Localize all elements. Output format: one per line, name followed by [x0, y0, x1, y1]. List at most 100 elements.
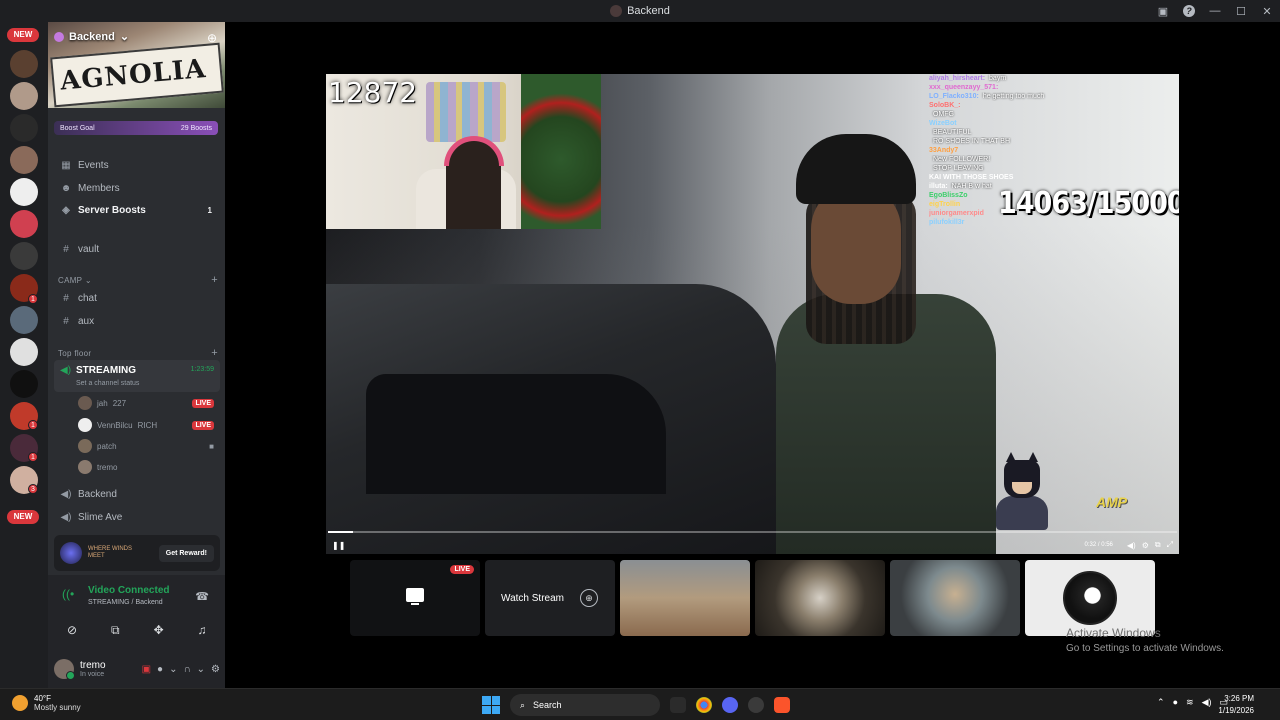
weather-widget[interactable]: 40°F Mostly sunny — [12, 694, 81, 712]
voice-connected-subtitle[interactable]: STREAMING / Backend — [88, 599, 163, 606]
category-camp[interactable]: CAMP ⌄ + — [58, 274, 218, 286]
category-top-floor[interactable]: Top floor + — [58, 347, 218, 359]
discord-icon[interactable] — [722, 697, 738, 713]
live-badge: LIVE — [192, 398, 214, 408]
add-channel-icon[interactable]: + — [211, 347, 218, 359]
volume-icon[interactable]: ◀) — [1127, 541, 1136, 550]
pause-icon[interactable]: ❚❚ — [332, 541, 345, 550]
chat-line: WizeBot — [929, 119, 1179, 128]
disconnect-icon[interactable]: ☎ — [195, 590, 209, 603]
fullscreen-icon[interactable]: ⤢ — [1167, 540, 1173, 550]
get-reward-button[interactable]: Get Reward! — [158, 544, 214, 562]
windows-taskbar: 40°F Mostly sunny ⌕ Search ⌃ ● ≋ ◀) ▭ 3:… — [0, 688, 1280, 720]
voice-channel-streaming[interactable]: ◀) STREAMING Set a channel status 1:23:5… — [54, 360, 220, 392]
boost-goal-bar[interactable]: Boost Goal 29 Boosts — [54, 121, 218, 135]
server-icon — [610, 5, 623, 17]
avatar[interactable] — [54, 659, 75, 680]
voice-action-bar: ⊘ ⧉ ✥ ♫ — [54, 619, 220, 641]
chrome-icon[interactable] — [696, 697, 712, 713]
tile-video-fan[interactable] — [755, 560, 885, 636]
nav-server-boosts-label: Server Boosts — [78, 204, 146, 216]
camera-off-icon[interactable]: ▣ — [142, 664, 151, 675]
camera-off-icon[interactable]: ⊘ — [54, 619, 90, 641]
chevron-down-icon[interactable]: ⌄ — [169, 664, 177, 675]
close-icon[interactable]: ✕ — [1254, 5, 1280, 18]
settings-gear-icon[interactable]: ⚙ — [1142, 541, 1149, 550]
headphones-icon[interactable]: ∩ — [183, 664, 190, 675]
wifi-icon[interactable]: ≋ — [1186, 697, 1194, 708]
nav-events[interactable]: ▦ Events — [56, 155, 218, 175]
taskbar-clock[interactable]: 3:26 PM 1/19/2026 — [1218, 693, 1254, 717]
server-icon[interactable] — [10, 338, 38, 366]
avatar — [78, 460, 92, 474]
participant-tiles: LIVE Watch Stream ⊕ — [350, 560, 1155, 636]
channel-sidebar: AGNOLIA ST Backend ⌄ ⊕ Boost Goal 29 Boo… — [48, 22, 225, 688]
chat-message: baym — [989, 75, 1007, 82]
channel-chat[interactable]: # chat — [56, 288, 218, 308]
microphone-icon[interactable]: ● — [157, 664, 163, 675]
chat-message: he getting too much — [982, 93, 1045, 100]
soundboard-icon[interactable]: ♫ — [184, 619, 220, 641]
brave-icon[interactable] — [774, 697, 790, 713]
chat-username: EgoBlissZo — [929, 192, 968, 199]
viewer-count: 12872 — [328, 76, 418, 109]
help-icon[interactable]: ? — [1176, 5, 1202, 17]
maximize-icon[interactable]: ☐ — [1228, 5, 1254, 18]
chat-username: LO_Flacko310: — [929, 93, 979, 100]
weather-text: 40°F Mostly sunny — [34, 694, 81, 712]
boost-icon: ◈ — [62, 204, 70, 216]
live-badge: LIVE — [192, 420, 214, 430]
server-icon[interactable] — [10, 82, 38, 110]
server-icon[interactable] — [10, 242, 38, 270]
server-icon[interactable] — [10, 178, 38, 206]
chevron-down-icon[interactable]: ⌄ — [197, 664, 205, 675]
channel-status[interactable]: Set a channel status — [76, 380, 139, 387]
signal-icon[interactable]: ((• — [62, 587, 74, 601]
windows-start-icon[interactable] — [482, 696, 500, 714]
channel-vault[interactable]: # vault — [56, 239, 218, 259]
server-icon[interactable] — [10, 210, 38, 238]
voice-channel-backend[interactable]: ◀) Backend — [56, 484, 218, 504]
tile-video-face[interactable] — [890, 560, 1020, 636]
nav-members[interactable]: ☻ Members — [56, 178, 218, 198]
task-view-icon[interactable] — [670, 697, 686, 713]
chevron-up-icon[interactable]: ⌃ — [1157, 697, 1165, 708]
voice-user[interactable]: tremo — [78, 458, 218, 476]
microphone-icon[interactable]: ● — [1173, 697, 1178, 708]
chat-message: NAH B w hat — [951, 183, 992, 190]
server-name-header[interactable]: Backend ⌄ — [54, 30, 129, 43]
popout-icon[interactable]: ⊕ — [579, 589, 598, 607]
user-info[interactable]: tremo In voice — [80, 660, 106, 678]
volume-icon[interactable]: ◀) — [1202, 697, 1212, 708]
voice-user[interactable]: VennBilcu RICH LIVE — [78, 416, 218, 434]
voice-user[interactable]: patch ■ — [78, 437, 218, 455]
screen-share-icon[interactable]: ⧉ — [97, 619, 133, 641]
minimize-icon[interactable]: — — [1202, 5, 1228, 17]
activities-icon[interactable]: ✥ — [141, 619, 177, 641]
taskbar-search[interactable]: ⌕ Search — [510, 694, 660, 716]
voice-user-extra: 227 — [112, 398, 127, 408]
add-channel-icon[interactable]: + — [211, 274, 218, 286]
server-icon[interactable] — [10, 370, 38, 398]
inbox-icon[interactable]: ▣ — [1150, 5, 1176, 18]
server-icon[interactable] — [10, 146, 38, 174]
server-icon[interactable] — [10, 306, 38, 334]
tile-screen-share[interactable]: LIVE — [350, 560, 480, 636]
voice-user[interactable]: jah 227 LIVE — [78, 394, 218, 412]
avatar — [1063, 571, 1117, 625]
tile-avatar[interactable] — [1025, 560, 1155, 636]
tile-video-room[interactable] — [620, 560, 750, 636]
stream-video[interactable]: 12872 aliyah_hirsheart: baym xxx_queenzayy… — [326, 74, 1179, 554]
nav-server-boosts[interactable]: ◈ Server Boosts 1 — [56, 200, 218, 220]
watch-stream-button[interactable]: Watch Stream — [501, 593, 564, 604]
invite-icon[interactable]: ⊕ — [207, 31, 217, 45]
voice-channel-slime-ave[interactable]: ◀) Slime Ave — [56, 507, 218, 527]
popout-icon[interactable]: ⧉ — [1155, 540, 1161, 550]
server-icon[interactable] — [10, 50, 38, 78]
chat-username: xxx_queenzayy_571: — [929, 84, 999, 91]
channel-aux[interactable]: # aux — [56, 311, 218, 331]
server-icon[interactable] — [10, 114, 38, 142]
video-progress-bar[interactable] — [328, 531, 1177, 533]
app-icon[interactable] — [748, 697, 764, 713]
settings-gear-icon[interactable]: ⚙ — [211, 664, 220, 675]
